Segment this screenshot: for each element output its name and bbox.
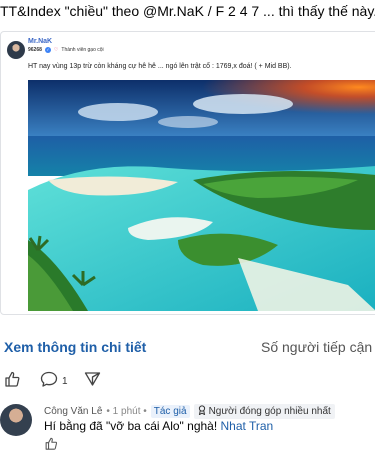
verified-icon: ✓	[44, 47, 51, 53]
author-avatar[interactable]	[7, 41, 25, 59]
comment-body: Hí bằng đã "vỡ ba cái Alo" nghà!	[44, 419, 218, 433]
post-actions: 1	[4, 371, 101, 392]
share-arrow-icon[interactable]	[84, 371, 101, 392]
comment-bubble-icon[interactable]	[40, 371, 58, 392]
view-details-link[interactable]: Xem thông tin chi tiết	[4, 339, 146, 355]
post-image[interactable]	[28, 80, 375, 311]
medal-icon	[198, 405, 206, 418]
member-badge: Thành viên gạo cội	[61, 47, 104, 53]
comment-text: Hí bằng đã "vỡ ba cái Alo" nghà! Nhat Tr…	[44, 419, 273, 433]
comment-like-icon[interactable]	[44, 437, 58, 455]
author-meta: 96268 ✓ ♡ Thành viên gạo cội	[28, 47, 104, 53]
island-lagoon-image	[28, 80, 375, 311]
user-id: 96268	[28, 47, 42, 53]
commenter-name[interactable]: Công Văn Lê	[44, 406, 102, 417]
badge-heart-icon: ♡	[53, 47, 59, 53]
comment-mention[interactable]: Nhat Tran	[221, 419, 274, 433]
top-contributor-tag: Người đóng góp nhiều nhất	[193, 404, 335, 419]
author-tag: Tác giả	[150, 405, 190, 418]
commenter-avatar[interactable]	[0, 404, 32, 436]
post-body-text: HT nay vùng 13p trừ còn kháng cự hê hê .…	[28, 63, 292, 70]
comment-count: 1	[62, 375, 68, 387]
thumbs-up-icon[interactable]	[4, 371, 20, 392]
author-name[interactable]: Mr.NaK	[28, 38, 52, 45]
post-header-text: TT&Index "chiều" theo @Mr.NaK / F 2 4 7 …	[0, 3, 375, 19]
comment-header: Công Văn Lê • 1 phút • Tác giả Người đón…	[44, 404, 335, 419]
top-contributor-label: Người đóng góp nhiều nhất	[208, 406, 331, 417]
post-card: Mr.NaK 96268 ✓ ♡ Thành viên gạo cội HT n…	[0, 31, 375, 315]
comment-time: • 1 phút •	[106, 406, 147, 417]
reach-count-label: Số người tiếp cận b	[261, 339, 375, 355]
